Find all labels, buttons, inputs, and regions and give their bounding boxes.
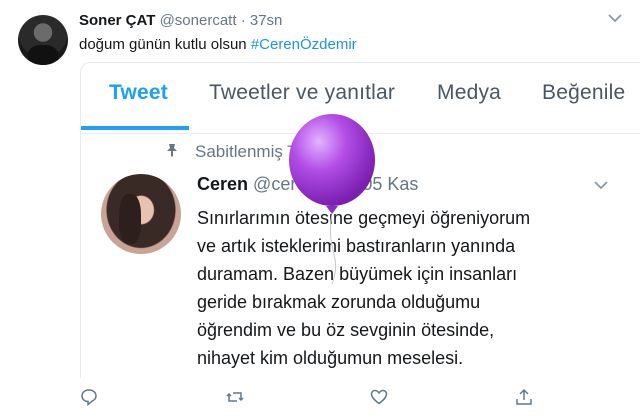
tweet-text-line: ve artık isteklerimi bastıranların yanın… <box>197 236 516 256</box>
tweet-text-line: duramam. Bazen büyümek için insanları <box>197 264 518 284</box>
profile-tabs: Tweet Tweetler ve yanıtlar Medya Beğenil… <box>81 69 640 134</box>
retweet-icon[interactable] <box>226 388 244 406</box>
user-name[interactable]: Ceren <box>197 174 248 194</box>
tweet-text-plain: doğum günün kutlu olsun <box>79 36 251 53</box>
tweet-text-line: Sınırlarımın ötesine geçmeyi öğreniyorum <box>197 208 531 228</box>
tab-likes[interactable]: Beğenile <box>542 81 625 105</box>
tweet-text-line: nihayet kim olduğumun meselesi. <box>197 348 464 368</box>
tweet-header: Ceren @cerenzmr · 05 Kas <box>197 174 418 195</box>
user-handle[interactable]: @cerenzmr <box>253 174 346 194</box>
pinned-tweet-label: Sabitlenmiş Tweet <box>195 142 333 161</box>
tab-media[interactable]: Medya <box>437 81 501 105</box>
tweet-actions <box>0 378 640 417</box>
pin-icon <box>167 144 177 157</box>
tweet-text-line: geride bırakmak zorunda olduğumu <box>197 292 481 312</box>
embedded-profile-image: Tweet Tweetler ve yanıtlar Medya Beğenil… <box>80 62 640 378</box>
separator: · <box>240 12 246 29</box>
heart-icon[interactable] <box>370 388 388 406</box>
hashtag-link[interactable]: #CerenÖzdemir <box>251 36 357 53</box>
tweet-date[interactable]: 05 Kas <box>362 174 418 194</box>
share-icon[interactable] <box>515 388 533 406</box>
user-name[interactable]: Soner ÇAT <box>79 12 155 29</box>
separator: · <box>351 174 358 194</box>
reply-icon[interactable] <box>80 388 98 406</box>
chevron-down-icon[interactable] <box>606 12 624 24</box>
divider <box>81 133 640 134</box>
chevron-down-icon[interactable] <box>593 180 609 190</box>
tab-tweet[interactable]: Tweet <box>109 81 168 105</box>
tweet-time[interactable]: 37sn <box>250 12 283 29</box>
active-tab-indicator <box>81 126 189 130</box>
avatar[interactable] <box>101 174 181 254</box>
user-handle[interactable]: @sonercatt <box>160 12 237 29</box>
avatar[interactable] <box>18 15 68 65</box>
tweet-text: doğum günün kutlu olsun #CerenÖzdemir <box>79 36 357 53</box>
tweet-text: Sınırlarımın ötesine geçmeyi öğreniyorum… <box>197 204 617 372</box>
tab-tweets-and-replies[interactable]: Tweetler ve yanıtlar <box>209 81 395 105</box>
tweet-text-line: öğrendim ve bu öz sevginin ötesinde, <box>197 320 495 340</box>
tweet-header: Soner ÇAT @sonercatt · 37sn <box>79 12 282 29</box>
